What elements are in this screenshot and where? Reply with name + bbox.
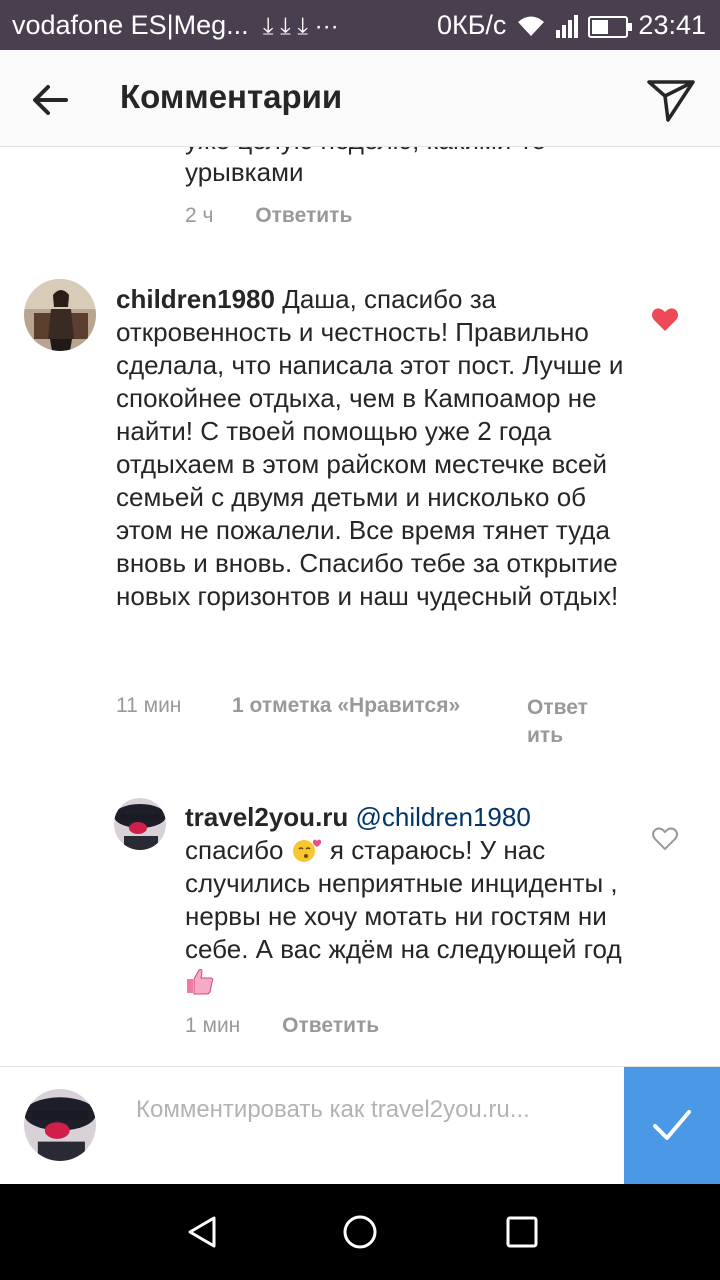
comments-list[interactable]: уже целую неделю, какими-то урывками 2 ч… xyxy=(0,146,720,1066)
reply-username[interactable]: travel2you.ru xyxy=(185,802,348,832)
current-user-avatar xyxy=(24,1089,96,1161)
reply-text-start: спасибо xyxy=(185,835,284,865)
thumbs-up-icon xyxy=(187,968,214,995)
arrow-left-icon[interactable] xyxy=(30,80,70,120)
comment-input-bar: Комментировать как travel2you.ru... xyxy=(0,1066,720,1185)
heart-filled-icon[interactable] xyxy=(651,306,679,332)
carrier-name: vodafone ES|Meg... xyxy=(12,10,249,40)
comment-time: 2 ч xyxy=(185,204,214,227)
clock: 23:41 xyxy=(638,10,706,40)
download-icon: ⤓ ⤓ ⤓ ··· xyxy=(256,13,339,40)
navigation-bar xyxy=(0,1184,720,1280)
recents-square-icon[interactable] xyxy=(504,1214,540,1250)
likes-count[interactable]: 1 отметка «Нравится» xyxy=(232,694,460,718)
battery-icon xyxy=(588,15,633,38)
previous-comment-text: уже целую неделю, какими-то урывками xyxy=(185,146,546,187)
wifi-icon xyxy=(518,16,545,36)
status-left: vodafone ES|Meg... ⤓ ⤓ ⤓ ··· xyxy=(12,10,339,41)
reply-time: 1 мин xyxy=(185,1014,241,1037)
comment-body: children1980 Даша, спасибо за откровенно… xyxy=(116,283,624,613)
avatar-image xyxy=(114,798,166,850)
avatar-image xyxy=(24,1089,96,1161)
home-circle-icon[interactable] xyxy=(342,1214,378,1250)
avatar-image xyxy=(24,279,96,351)
comment-text: Даша, спасибо за откровенность и честнос… xyxy=(116,284,624,611)
previous-comment-meta: 2 ч Ответить xyxy=(185,204,352,228)
comment-time: 11 мин xyxy=(116,694,182,717)
comment-input[interactable]: Комментировать как travel2you.ru... xyxy=(136,1095,576,1125)
comment-username[interactable]: children1980 xyxy=(116,284,275,314)
status-right: 0КБ/с 23:41 xyxy=(437,10,706,41)
back-triangle-icon[interactable] xyxy=(184,1214,220,1250)
app-bar: Комментарии xyxy=(0,50,720,147)
signal-icon xyxy=(556,14,579,38)
avatar-children1980[interactable] xyxy=(24,279,96,351)
heart-outline-icon[interactable] xyxy=(651,826,679,852)
reply-mention[interactable]: @children1980 xyxy=(356,802,531,832)
avatar-travel2you[interactable] xyxy=(114,798,166,850)
reply-body: travel2you.ru @children1980 спасибо я ст… xyxy=(185,801,625,999)
paper-plane-icon[interactable] xyxy=(646,74,696,124)
reply-meta: 1 мин Ответить xyxy=(185,1014,379,1038)
post-comment-button[interactable] xyxy=(624,1067,720,1185)
status-bar: vodafone ES|Meg... ⤓ ⤓ ⤓ ··· 0КБ/с 23:41 xyxy=(0,0,720,50)
network-speed: 0КБ/с xyxy=(436,10,507,40)
kissing-face-icon xyxy=(292,839,321,862)
reply-button[interactable]: Ответить xyxy=(527,694,589,750)
checkmark-icon xyxy=(653,1110,691,1140)
reply-button[interactable]: Ответить xyxy=(255,204,352,227)
reply-button[interactable]: Ответить xyxy=(282,1014,379,1037)
page-title: Комментарии xyxy=(120,78,343,115)
